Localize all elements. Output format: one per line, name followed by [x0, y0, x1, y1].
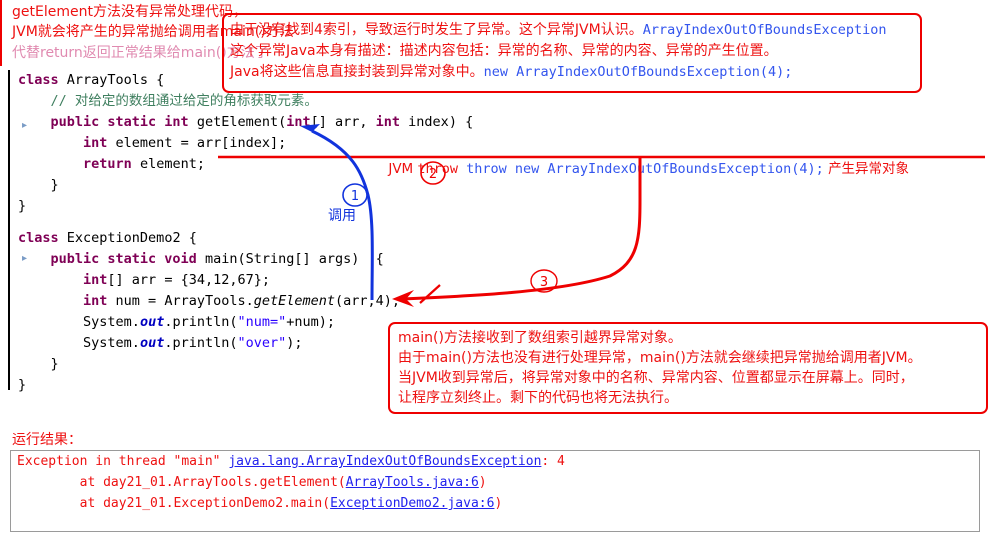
code-token: index) { — [400, 114, 474, 130]
code-token: int — [83, 135, 116, 151]
top-box-line-2: 这个异常Java本身有描述：描述内容包括：异常的名称、异常的内容、异常的产生位置… — [230, 43, 778, 59]
code-token: } — [18, 177, 59, 193]
code-token: class — [18, 72, 67, 88]
console-line-3-prefix: at day21_01.ExceptionDemo2.main( — [17, 496, 331, 511]
code-token: ArrayTools { — [66, 72, 165, 88]
code-token: out — [139, 335, 165, 351]
jvm-throw-keyword: throw — [417, 161, 467, 177]
bottom-box-line-1: main()方法接收到了数组索引越界异常对象。 — [398, 330, 682, 346]
code-line: class ExceptionDemo2 { — [18, 228, 400, 249]
code-token: System. — [83, 335, 140, 351]
code-token: int — [83, 293, 116, 309]
code-line: } — [18, 375, 400, 396]
code-line: } — [18, 354, 400, 375]
code-token: [] arr, — [310, 114, 376, 130]
console-demo2-link[interactable]: ExceptionDemo2.java:6 — [330, 496, 494, 511]
console-line-3: at day21_01.ExceptionDemo2.main(Exceptio… — [11, 493, 979, 514]
code-token: (arr,4); — [335, 293, 401, 309]
code-block-exception-demo2[interactable]: class ExceptionDemo2 { public static voi… — [18, 228, 400, 396]
code-token: return — [83, 156, 140, 172]
code-token: int — [375, 114, 401, 130]
code-line: class ArrayTools { — [18, 70, 473, 91]
code-token: element = arr[index]; — [115, 135, 287, 151]
code-token: getElement( — [196, 114, 287, 130]
code-token: System. — [83, 314, 140, 330]
code-line: public static void main(String[] args) { — [18, 249, 400, 270]
top-box-line-1-text: 由于没有找到4索引，导致运行时发生了异常。这个异常JVM认识。 — [230, 22, 643, 38]
code-line: // 对给定的数组通过给定的角标获取元素。 — [18, 91, 473, 112]
console-line-1: Exception in thread "main" java.lang.Arr… — [11, 451, 979, 472]
code-line: public static int getElement(int[] arr, … — [18, 112, 474, 133]
console-output[interactable]: Exception in thread "main" java.lang.Arr… — [10, 450, 980, 532]
code-token: class — [18, 230, 67, 246]
code-token: public static int — [50, 114, 197, 130]
gutter-marker-1: ▸ — [22, 120, 28, 131]
code-token: main(String[] args) { — [204, 251, 384, 267]
code-token: public static void — [50, 251, 205, 267]
console-exception-link[interactable]: java.lang.ArrayIndexOutOfBoundsException — [228, 454, 541, 469]
code-token: [] arr = {34,12,67}; — [107, 272, 270, 288]
marker-circle-3 — [530, 269, 558, 293]
code-token: int — [83, 272, 108, 288]
top-box-exception-name: ArrayIndexOutOfBoundsException — [642, 22, 887, 38]
code-token: getElement — [253, 293, 335, 309]
code-line: System.out.println("over"); — [18, 333, 400, 354]
top-box-new-exception: new ArrayIndexOutOfBoundsException(4); — [483, 64, 793, 80]
bottom-box-line-3: 当JVM收到异常后，将异常对象中的名称、异常内容、位置都显示在屏幕上。同时， — [398, 370, 914, 386]
result-title: 运行结果： — [12, 432, 82, 448]
code-line: int num = ArrayTools.getElement(arr,4); — [18, 291, 400, 312]
code-line: } — [18, 196, 473, 217]
code-token: // 对给定的数组通过给定的角标获取元素。 — [50, 93, 318, 109]
call-label: 调用 — [328, 208, 356, 224]
code-token: +num); — [286, 314, 336, 330]
code-token: int — [286, 114, 311, 130]
marker-number-3: 3 — [540, 275, 548, 290]
console-line-3-suffix: ) — [494, 496, 503, 511]
code-token: "num=" — [237, 314, 287, 330]
code-token: } — [18, 198, 27, 214]
console-line-2-prefix: at day21_01.ArrayTools.getElement( — [17, 475, 346, 490]
code-token: ); — [286, 335, 303, 351]
console-line-2-suffix: ) — [478, 475, 487, 490]
console-arraytools-link[interactable]: ArrayTools.java:6 — [346, 475, 479, 490]
jvm-throw-tail: 产生异常对象 — [828, 161, 910, 177]
code-line: System.out.println("num="+num); — [18, 312, 400, 333]
console-line-1-suffix: : 4 — [541, 454, 565, 469]
bottom-box-line-4: 让程序立刻终止。剩下的代码也将无法执行。 — [398, 390, 678, 406]
annotation-box-bottom: main()方法接收到了数组索引越界异常对象。 由于main()方法也没有进行处… — [388, 322, 988, 414]
code-token: } — [18, 377, 27, 393]
screenshot-root: 由于没有找到4索引，导致运行时发生了异常。这个异常JVM认识。ArrayInde… — [0, 0, 994, 541]
console-line-2: at day21_01.ArrayTools.getElement(ArrayT… — [11, 472, 979, 493]
jvm-throw-label: JVM — [388, 161, 414, 177]
top-box-line-1: 由于没有找到4索引，导致运行时发生了异常。这个异常JVM认识。ArrayInde… — [230, 20, 920, 41]
annotation-jvm-throw: JVM throw throw new ArrayIndexOutOfBound… — [368, 138, 909, 196]
code-token: ExceptionDemo2 { — [66, 230, 197, 246]
jvm-throw-code: throw new ArrayIndexOutOfBoundsException… — [466, 161, 824, 177]
gutter-marker-2: ▸ — [22, 253, 28, 264]
code-token: num = ArrayTools. — [115, 293, 254, 309]
code-token: } — [18, 356, 59, 372]
bottom-box-line-2: 由于main()方法也没有进行处理异常，main()方法就会继续把异常抛给调用者… — [398, 350, 922, 366]
code-token: "over" — [237, 335, 287, 351]
code-line: int[] arr = {34,12,67}; — [18, 270, 400, 291]
code-token: .println( — [164, 335, 238, 351]
code-token: out — [139, 314, 165, 330]
console-line-1-prefix: Exception in thread "main" — [17, 454, 229, 469]
code-token: element; — [139, 156, 205, 172]
code-token: .println( — [164, 314, 238, 330]
